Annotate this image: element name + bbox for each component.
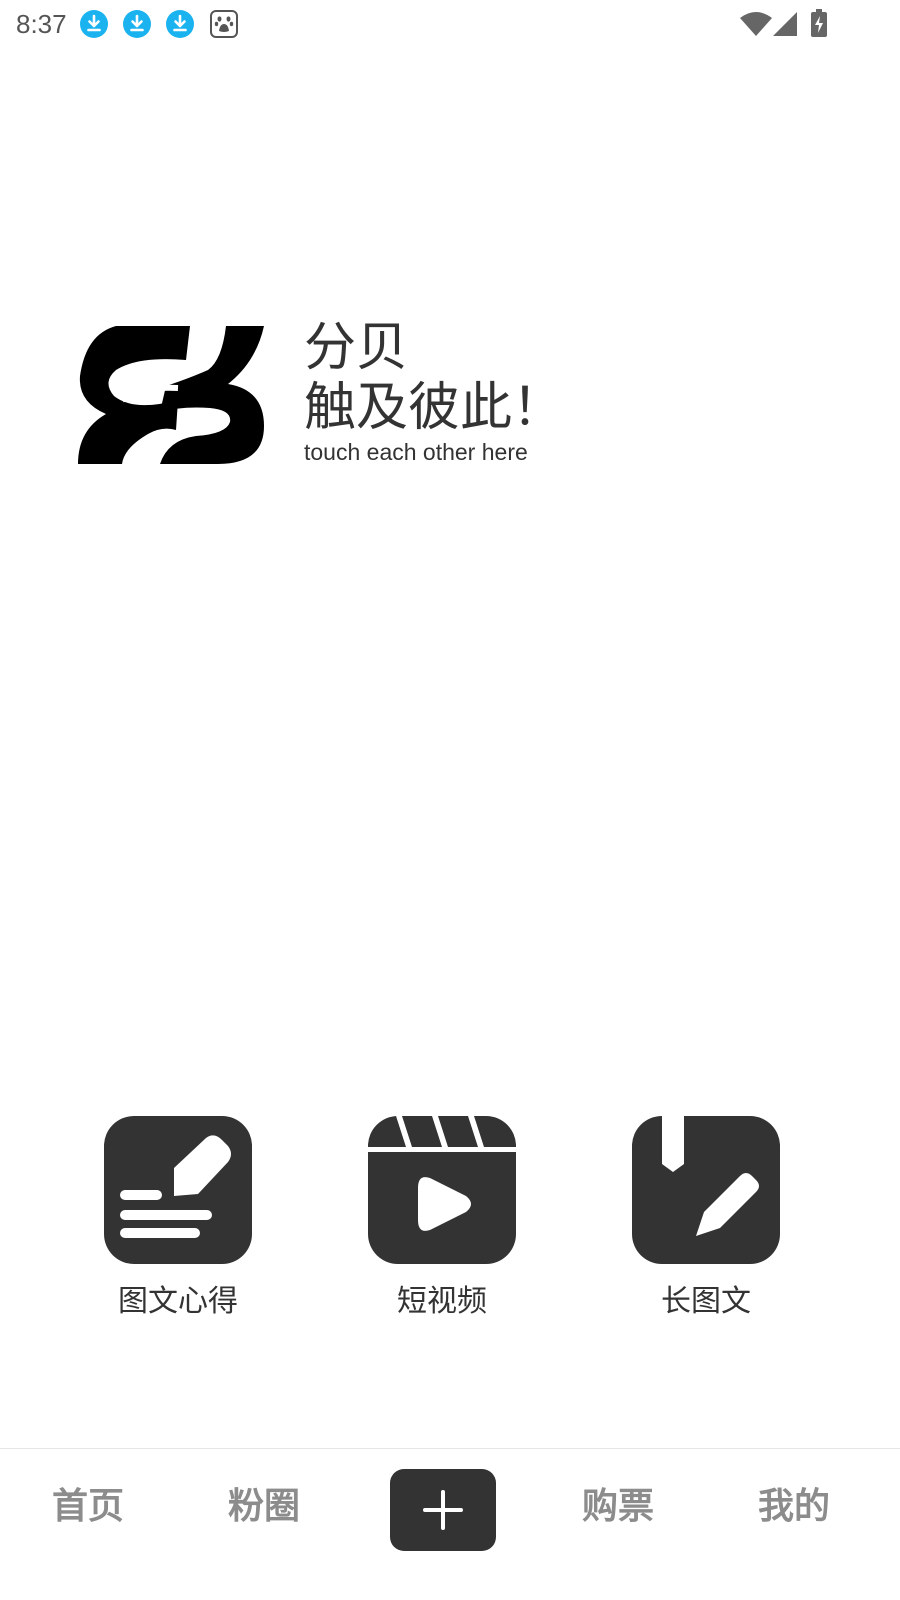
wifi-icon — [740, 12, 772, 40]
video-clapper-icon — [368, 1116, 516, 1264]
edit-note-icon — [104, 1116, 252, 1264]
bookmark-edit-icon — [632, 1116, 780, 1264]
nav-profile[interactable]: 我的 — [758, 1485, 830, 1529]
add-post-button[interactable] — [390, 1469, 496, 1551]
battery-charging-icon — [811, 9, 827, 41]
bottom-nav: 首页 粉圈 购票 我的 — [0, 1448, 900, 1600]
status-time: 8:37 — [16, 9, 67, 39]
download-icon — [166, 10, 194, 38]
plus-icon — [423, 1490, 463, 1530]
download-icon — [80, 10, 108, 38]
cell-signal-icon — [773, 12, 797, 40]
publish-long-article-button[interactable]: 长图文 — [606, 1116, 806, 1322]
option-label: 图文心得 — [118, 1284, 238, 1319]
publish-image-text-button[interactable]: 图文心得 — [78, 1116, 278, 1322]
nav-home[interactable]: 首页 — [52, 1485, 124, 1529]
download-icon — [123, 10, 151, 38]
nav-tickets[interactable]: 购票 — [582, 1485, 654, 1529]
brand-text: 分贝 触及彼此！ touch each other here — [304, 318, 564, 466]
option-label: 长图文 — [661, 1284, 751, 1319]
brand-slogan: 触及彼此！ — [304, 378, 565, 438]
publish-short-video-button[interactable]: 短视频 — [342, 1116, 542, 1322]
brand-logo — [78, 326, 264, 464]
brand-tagline: touch each other here — [304, 439, 528, 465]
status-bar: 8:37 — [0, 0, 900, 48]
nav-fan-circle[interactable]: 粉圈 — [228, 1485, 300, 1529]
baidu-paw-icon — [210, 10, 238, 38]
brand-name: 分贝 — [304, 318, 409, 378]
option-label: 短视频 — [397, 1284, 487, 1319]
